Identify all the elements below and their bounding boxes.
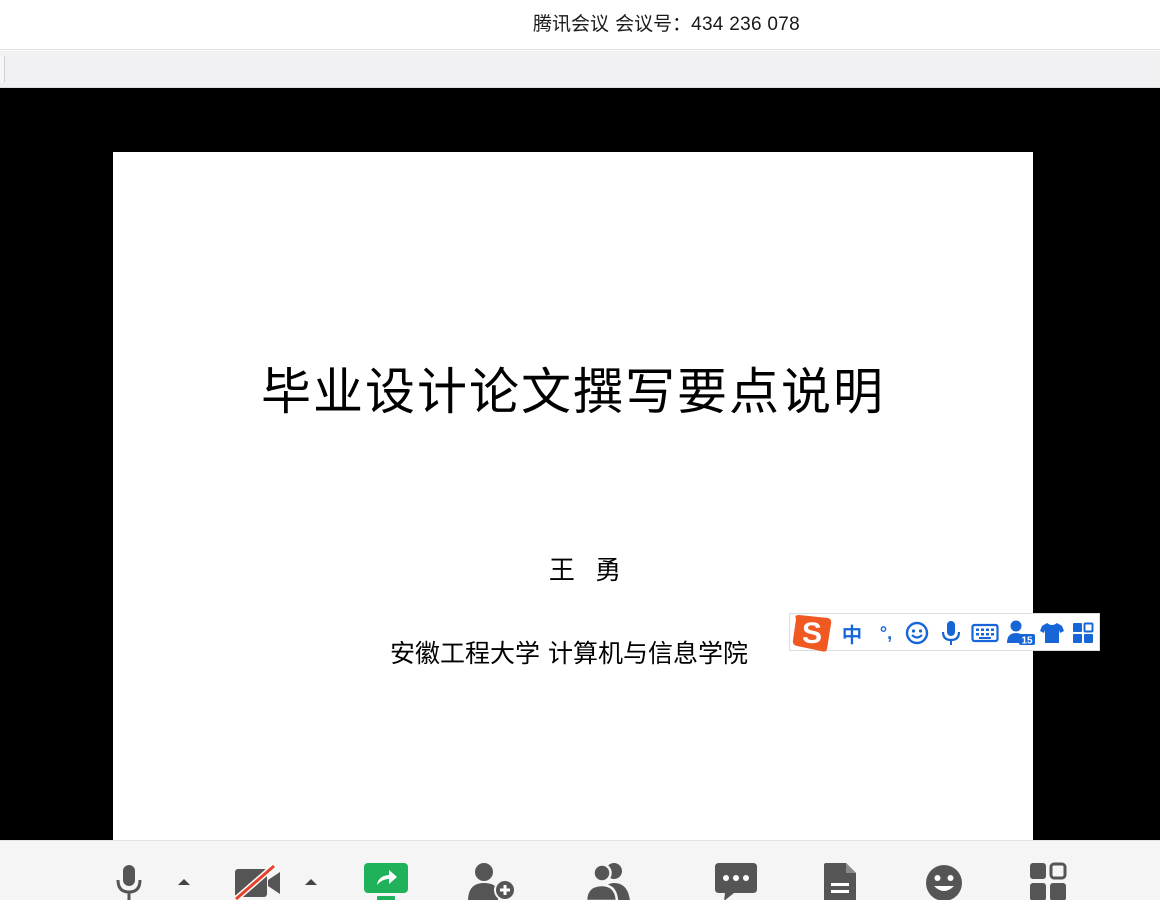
microphone-button[interactable] [114, 861, 144, 900]
document-button[interactable] [822, 861, 858, 900]
user-badge-count: 15 [1021, 636, 1033, 647]
caret-up-icon [305, 879, 317, 885]
reactions-button[interactable] [924, 861, 964, 900]
meeting-id-label: 会议号： [615, 13, 692, 35]
ime-punctuation-toggle[interactable]: °, [874, 618, 898, 648]
presentation-slide: 毕业设计论文撰写要点说明 王 勇 安徽工程大学 计算机与信息学院 [113, 152, 1033, 840]
members-button[interactable] [584, 861, 634, 900]
ime-toolbar[interactable]: S 中 °, 15 [789, 613, 1100, 653]
meeting-id[interactable]: 434 236 078 [691, 14, 800, 35]
microphone-options-caret[interactable] [176, 875, 192, 887]
microphone-icon [116, 865, 142, 900]
sogou-logo-letter: S [802, 617, 822, 650]
meeting-toolbar [0, 840, 1160, 900]
voice-input-icon[interactable] [938, 618, 964, 648]
chat-icon [715, 863, 757, 900]
screen-share-button[interactable] [363, 861, 409, 900]
video-options-caret[interactable] [303, 875, 319, 887]
video-off-icon [234, 863, 280, 900]
window-title: 腾讯会议 会议号：434 236 078 [533, 9, 800, 36]
slide-title: 毕业设计论文撰写要点说明 [261, 363, 885, 421]
user-badge-icon[interactable]: 15 [1006, 618, 1036, 648]
screen-share-icon [364, 863, 408, 900]
invite-button[interactable] [466, 861, 518, 900]
emoji-icon[interactable] [904, 618, 930, 648]
document-icon [824, 863, 856, 900]
slide-author: 王 勇 [548, 556, 628, 586]
info-strip [0, 51, 1160, 88]
shared-screen-area: 毕业设计论文撰写要点说明 王 勇 安徽工程大学 计算机与信息学院 [0, 88, 1160, 840]
smiley-icon [926, 865, 962, 900]
keyboard-icon[interactable] [970, 618, 1000, 648]
chat-button[interactable] [714, 861, 758, 900]
toolbox-icon[interactable] [1070, 618, 1096, 648]
sogou-logo-icon[interactable]: S [790, 613, 834, 653]
strip-tab-edge[interactable] [0, 56, 5, 82]
apps-icon [1030, 862, 1067, 900]
video-button[interactable] [234, 861, 282, 900]
add-user-icon [468, 863, 516, 900]
slide-affiliation: 安徽工程大学 计算机与信息学院 [390, 639, 748, 668]
title-bar: 腾讯会议 会议号：434 236 078 [0, 0, 1160, 50]
skin-icon[interactable] [1038, 618, 1066, 648]
app-name: 腾讯会议 [533, 13, 610, 35]
apps-button[interactable] [1028, 861, 1068, 900]
caret-up-icon [178, 879, 190, 885]
members-icon [584, 863, 630, 900]
ime-mode-toggle[interactable]: 中 [840, 618, 864, 648]
